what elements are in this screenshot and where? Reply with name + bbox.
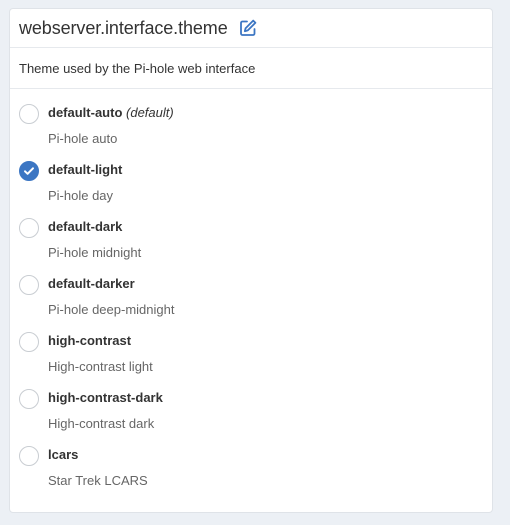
option-name: default-auto (default) bbox=[48, 105, 174, 120]
radio-button-checked[interactable] bbox=[19, 161, 39, 181]
option-subtitle: High-contrast dark bbox=[48, 416, 155, 431]
check-icon bbox=[24, 167, 34, 175]
option-subtitle: High-contrast light bbox=[48, 359, 153, 374]
theme-options: default-auto (default) Pi-hole auto defa… bbox=[10, 89, 492, 503]
radio-button[interactable] bbox=[19, 275, 39, 295]
option-name: default-dark bbox=[48, 219, 123, 234]
theme-option-default-dark[interactable]: default-dark Pi-hole midnight bbox=[19, 218, 492, 275]
option-name: high-contrast bbox=[48, 333, 132, 348]
option-name: default-light bbox=[48, 162, 123, 177]
setting-description: Theme used by the Pi-hole web interface bbox=[10, 48, 492, 89]
option-subtitle: Pi-hole day bbox=[48, 188, 114, 203]
radio-button[interactable] bbox=[19, 218, 39, 238]
setting-title: webserver.interface.theme bbox=[19, 17, 228, 38]
theme-option-high-contrast[interactable]: high-contrast High-contrast light bbox=[19, 332, 492, 389]
radio-button[interactable] bbox=[19, 389, 39, 409]
radio-button[interactable] bbox=[19, 104, 39, 124]
theme-option-lcars[interactable]: lcars Star Trek LCARS bbox=[19, 446, 492, 503]
radio-button[interactable] bbox=[19, 332, 39, 352]
theme-option-default-light[interactable]: default-light Pi-hole day bbox=[19, 161, 492, 218]
setting-card: webserver.interface.theme Theme used by … bbox=[9, 8, 493, 513]
option-subtitle: Pi-hole midnight bbox=[48, 245, 142, 260]
option-name: default-darker bbox=[48, 276, 135, 291]
radio-button[interactable] bbox=[19, 446, 39, 466]
option-subtitle: Pi-hole deep-midnight bbox=[48, 302, 175, 317]
default-label: (default) bbox=[126, 105, 174, 120]
option-subtitle: Star Trek LCARS bbox=[48, 473, 148, 488]
option-subtitle: Pi-hole auto bbox=[48, 131, 118, 146]
theme-option-default-auto[interactable]: default-auto (default) Pi-hole auto bbox=[19, 104, 492, 161]
theme-option-high-contrast-dark[interactable]: high-contrast-dark High-contrast dark bbox=[19, 389, 492, 446]
option-name: lcars bbox=[48, 447, 79, 462]
theme-option-default-darker[interactable]: default-darker Pi-hole deep-midnight bbox=[19, 275, 492, 332]
edit-icon[interactable] bbox=[238, 18, 258, 38]
card-header: webserver.interface.theme bbox=[10, 9, 492, 48]
option-name: high-contrast-dark bbox=[48, 390, 163, 405]
